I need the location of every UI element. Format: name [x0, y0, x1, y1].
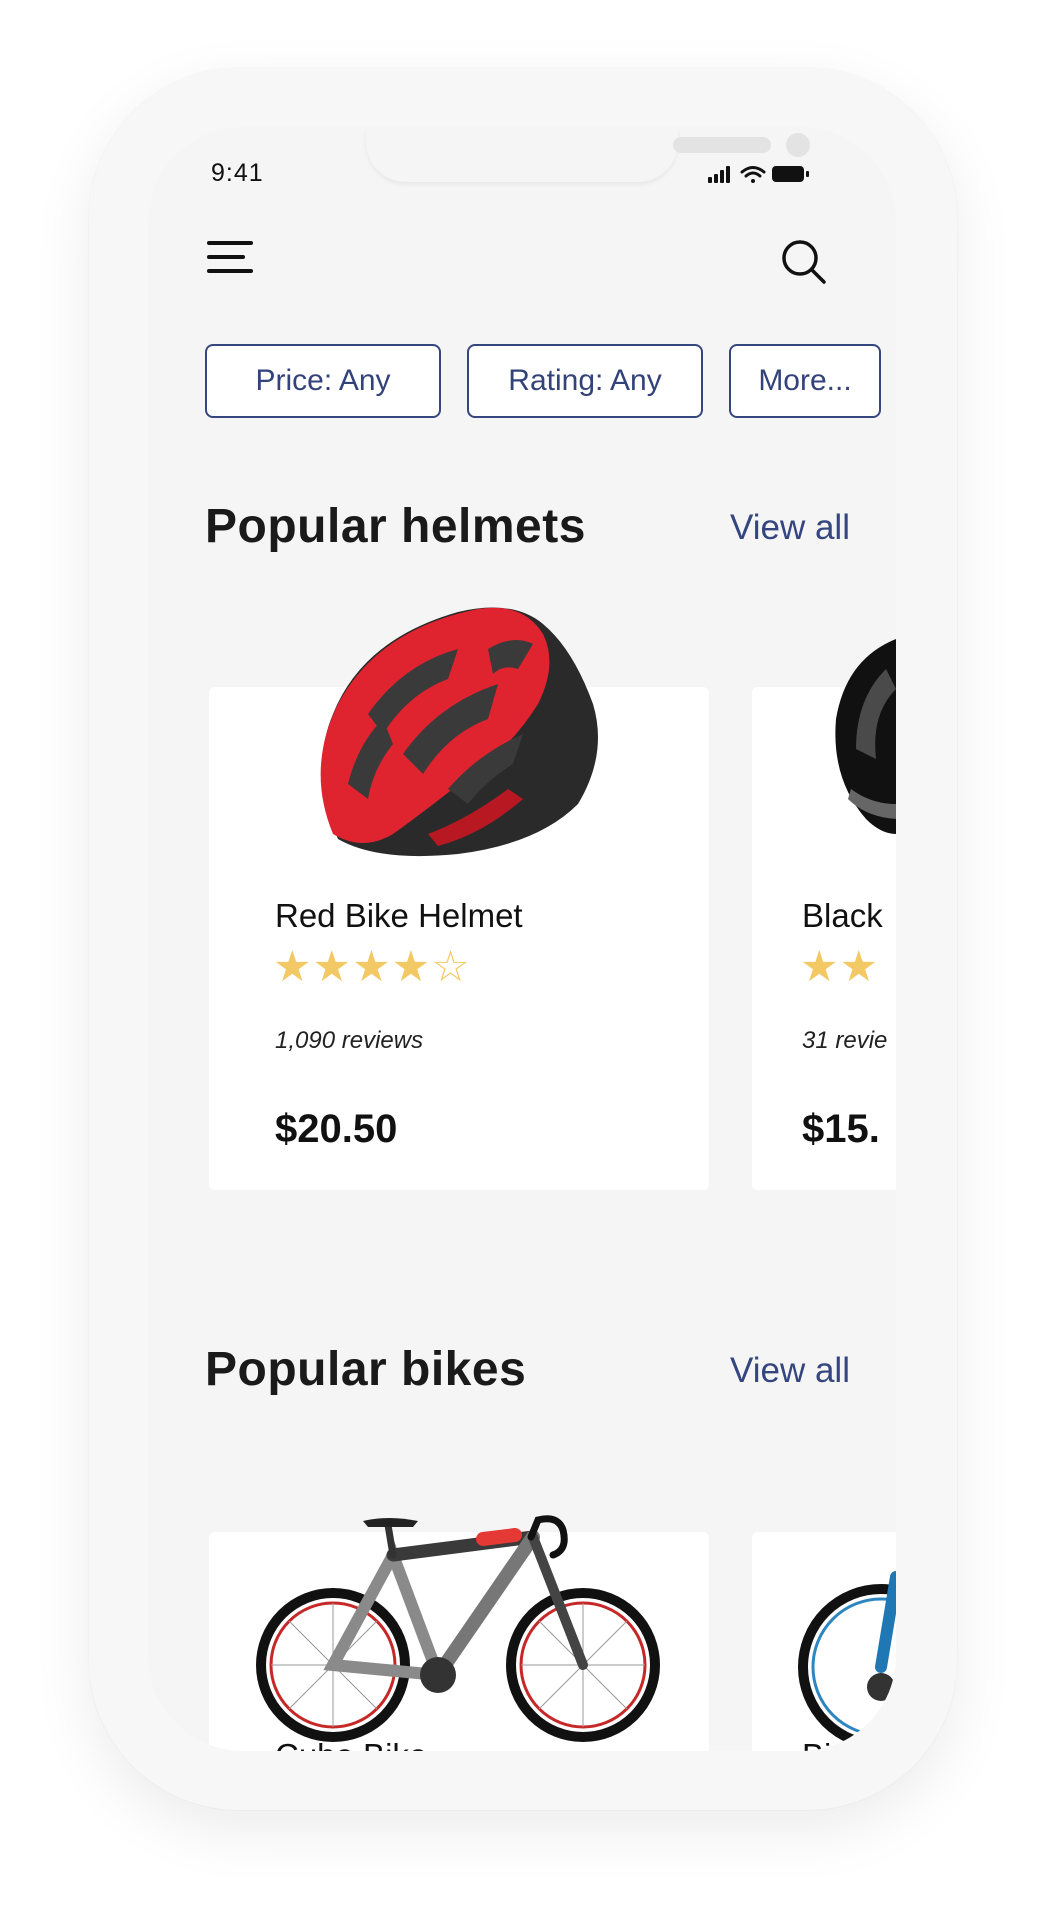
signal-icon [708, 166, 730, 183]
filter-rating[interactable]: Rating: Any [467, 344, 703, 418]
wifi-icon [740, 166, 766, 183]
status-time: 9:41 [211, 159, 264, 187]
filter-price[interactable]: Price: Any [205, 344, 441, 418]
product-name: Black [802, 897, 883, 934]
product-price: $20.50 [275, 1107, 398, 1151]
rating-stars: ★★★★☆ [273, 943, 471, 991]
product-name: Red Bike Helmet [275, 897, 523, 934]
menu-line [207, 255, 245, 259]
speaker-grille [673, 137, 771, 153]
bike-image [256, 1515, 660, 1742]
red-helmet-image [320, 607, 598, 857]
second-bike-image [798, 1571, 896, 1750]
black-helmet-image [835, 639, 896, 834]
menu-line [207, 241, 253, 245]
bikes-section-title: Popular bikes [205, 1343, 527, 1396]
status-icons [708, 166, 809, 183]
battery-icon [772, 166, 809, 182]
helmets-section-title: Popular helmets [205, 500, 586, 553]
helmets-view-all-link[interactable]: View all [730, 508, 850, 548]
review-count: 31 revie [802, 1027, 888, 1054]
filter-more[interactable]: More... [729, 344, 881, 418]
app-screen: 9:41 Price: Any Rating: Any More... Popu… [148, 127, 896, 1751]
review-count: 1,090 reviews [275, 1027, 424, 1054]
rating-stars: ★★ [800, 943, 880, 991]
menu-line [207, 269, 253, 273]
device-notch [366, 127, 810, 182]
bikes-view-all-link[interactable]: View all [730, 1351, 850, 1391]
phone-frame: 9:41 Price: Any Rating: Any More... Popu… [89, 68, 957, 1810]
menu-icon[interactable] [207, 237, 267, 287]
search-icon[interactable] [776, 235, 832, 291]
front-camera [786, 133, 810, 157]
product-price: $15. [802, 1107, 880, 1151]
